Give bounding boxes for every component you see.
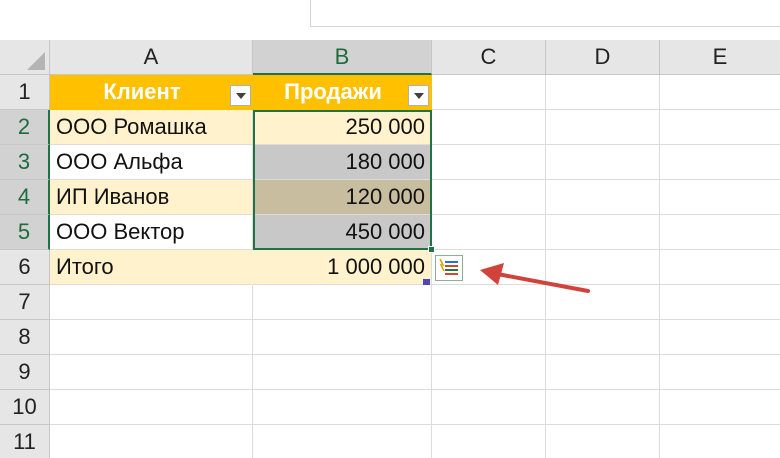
cell-d2[interactable] <box>546 110 660 145</box>
column-header-b[interactable]: B <box>253 40 432 75</box>
cell-a10[interactable] <box>50 390 253 425</box>
row-header-9[interactable]: 9 <box>0 355 50 390</box>
filter-arrow-icon <box>235 92 246 99</box>
quick-analysis-button[interactable] <box>435 255 463 281</box>
cell-e1[interactable] <box>660 75 780 110</box>
annotation-arrow-icon <box>480 263 590 293</box>
row-header-3[interactable]: 3 <box>0 145 50 180</box>
row-header-1[interactable]: 1 <box>0 75 50 110</box>
cell-e4[interactable] <box>660 180 780 215</box>
cell-b11[interactable] <box>253 425 432 458</box>
table-header-client: Клиент <box>103 79 181 104</box>
row-header-7[interactable]: 7 <box>0 285 50 320</box>
cell-e6[interactable] <box>660 250 780 285</box>
row-header-8[interactable]: 8 <box>0 320 50 355</box>
cell-e8[interactable] <box>660 320 780 355</box>
cell-d5[interactable] <box>546 215 660 250</box>
cell-c10[interactable] <box>432 390 546 425</box>
quick-analysis-icon <box>439 258 458 275</box>
cell-d11[interactable] <box>546 425 660 458</box>
cell-c11[interactable] <box>432 425 546 458</box>
cell-c4[interactable] <box>432 180 546 215</box>
cell-c8[interactable] <box>432 320 546 355</box>
cell-b5[interactable]: 450 000 <box>253 215 432 250</box>
row-header-5[interactable]: 5 <box>0 215 50 250</box>
row-header-4[interactable]: 4 <box>0 180 50 215</box>
cell-e10[interactable] <box>660 390 780 425</box>
cell-b10[interactable] <box>253 390 432 425</box>
row-header-11[interactable]: 11 <box>0 425 50 458</box>
filter-arrow-icon <box>413 92 424 99</box>
top-area <box>0 0 310 40</box>
cell-a4[interactable]: ИП Иванов <box>50 180 253 215</box>
cell-b2[interactable]: 250 000 <box>253 110 432 145</box>
cell-b3[interactable]: 180 000 <box>253 145 432 180</box>
row-header-6[interactable]: 6 <box>0 250 50 285</box>
select-all-triangle-icon <box>27 52 45 70</box>
cell-a6[interactable]: Итого <box>50 250 253 285</box>
cell-b6[interactable]: 1 000 000 <box>253 250 432 285</box>
column-header-c[interactable]: C <box>432 40 546 75</box>
cell-c1[interactable] <box>432 75 546 110</box>
cell-a5[interactable]: ООО Вектор <box>50 215 253 250</box>
formula-bar-area[interactable] <box>310 0 780 27</box>
row-header-10[interactable]: 10 <box>0 390 50 425</box>
row-header-2[interactable]: 2 <box>0 110 50 145</box>
column-header-a[interactable]: A <box>50 40 253 75</box>
cell-a3[interactable]: ООО Альфа <box>50 145 253 180</box>
cell-c9[interactable] <box>432 355 546 390</box>
cell-d3[interactable] <box>546 145 660 180</box>
cell-c2[interactable] <box>432 110 546 145</box>
cell-d4[interactable] <box>546 180 660 215</box>
cell-b9[interactable] <box>253 355 432 390</box>
filter-dropdown-button-client[interactable] <box>230 85 251 106</box>
cell-a2[interactable]: ООО Ромашка <box>50 110 253 145</box>
cell-e2[interactable] <box>660 110 780 145</box>
cell-c5[interactable] <box>432 215 546 250</box>
cell-a7[interactable] <box>50 285 253 320</box>
cell-e7[interactable] <box>660 285 780 320</box>
cell-d8[interactable] <box>546 320 660 355</box>
select-all-button[interactable] <box>0 40 50 75</box>
cell-b8[interactable] <box>253 320 432 355</box>
cell-d1[interactable] <box>546 75 660 110</box>
cell-b1[interactable]: Продажи <box>253 75 432 110</box>
cell-b4[interactable]: 120 000 <box>253 180 432 215</box>
cell-c3[interactable] <box>432 145 546 180</box>
column-header-e[interactable]: E <box>660 40 780 75</box>
cell-d9[interactable] <box>546 355 660 390</box>
cell-e9[interactable] <box>660 355 780 390</box>
cell-d10[interactable] <box>546 390 660 425</box>
cell-a8[interactable] <box>50 320 253 355</box>
cell-a11[interactable] <box>50 425 253 458</box>
cell-e3[interactable] <box>660 145 780 180</box>
fill-handle[interactable] <box>428 246 435 253</box>
column-header-d[interactable]: D <box>546 40 660 75</box>
cell-b7[interactable] <box>253 285 432 320</box>
table-header-sales: Продажи <box>284 79 382 104</box>
cell-e11[interactable] <box>660 425 780 458</box>
cell-a9[interactable] <box>50 355 253 390</box>
cell-e5[interactable] <box>660 215 780 250</box>
cell-a1[interactable]: Клиент <box>50 75 253 110</box>
filter-dropdown-button-sales[interactable] <box>408 85 429 106</box>
table-resize-handle[interactable] <box>423 279 430 285</box>
